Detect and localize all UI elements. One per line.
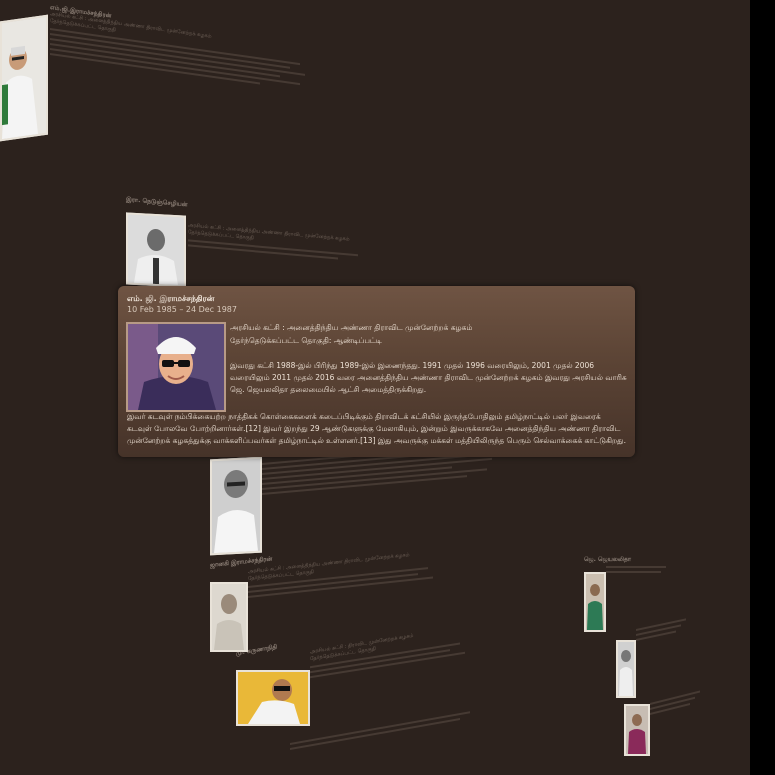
portrait-thumbnail[interactable]: [0, 14, 48, 142]
portrait-thumbnail[interactable]: [616, 640, 636, 698]
background-card-9[interactable]: [650, 685, 710, 718]
background-card-1[interactable]: எம்.ஜி.இராமச்சந்திரன் அரசியல் கட்சி : அன…: [50, 4, 320, 96]
card-title: ஜெ. ஜெயலலிதா: [584, 556, 631, 563]
person-name: எம். ஜி. இராமச்சந்திரன்: [127, 294, 215, 303]
window-edge: [750, 0, 775, 775]
term-dates: 10 Feb 1985 – 24 Dec 1987: [127, 305, 237, 314]
timeline-3d-view: எம்.ஜி.இராமச்சந்திரன் அரசியல் கட்சி : அன…: [0, 0, 750, 775]
portrait-photo: [126, 322, 226, 412]
background-card-5[interactable]: மு. கருணாநிதி அரசியல் கட்சி : திராவிட மு…: [236, 612, 476, 693]
background-card-8[interactable]: [636, 613, 696, 644]
background-card-7[interactable]: ஜெ. ஜெயலலிதா: [584, 556, 674, 576]
detail-popup-card[interactable]: எம். ஜி. இராமச்சந்திரன் 10 Feb 1985 – 24…: [118, 286, 635, 457]
constituency-line: தேர்ந்தெடுக்கப்பட்ட தொகுதி: ஆண்டிப்பட்டி: [230, 336, 382, 345]
background-card-6[interactable]: [290, 705, 490, 753]
portrait-thumbnail[interactable]: [584, 572, 606, 632]
party-line: அரசியல் கட்சி : அனைத்திந்திய அண்ணா திராவ…: [230, 323, 473, 332]
portrait-thumbnail[interactable]: [624, 704, 650, 756]
description-paragraph-1: இவரது கட்சி 1988-இல் பிரிந்து 1989-இல் இ…: [230, 361, 627, 394]
portrait-thumbnail[interactable]: [210, 456, 262, 556]
description-paragraph-2: இவர் கடவுள் நம்பிக்கையற்ற நாத்திகக் கொள்…: [127, 412, 627, 445]
